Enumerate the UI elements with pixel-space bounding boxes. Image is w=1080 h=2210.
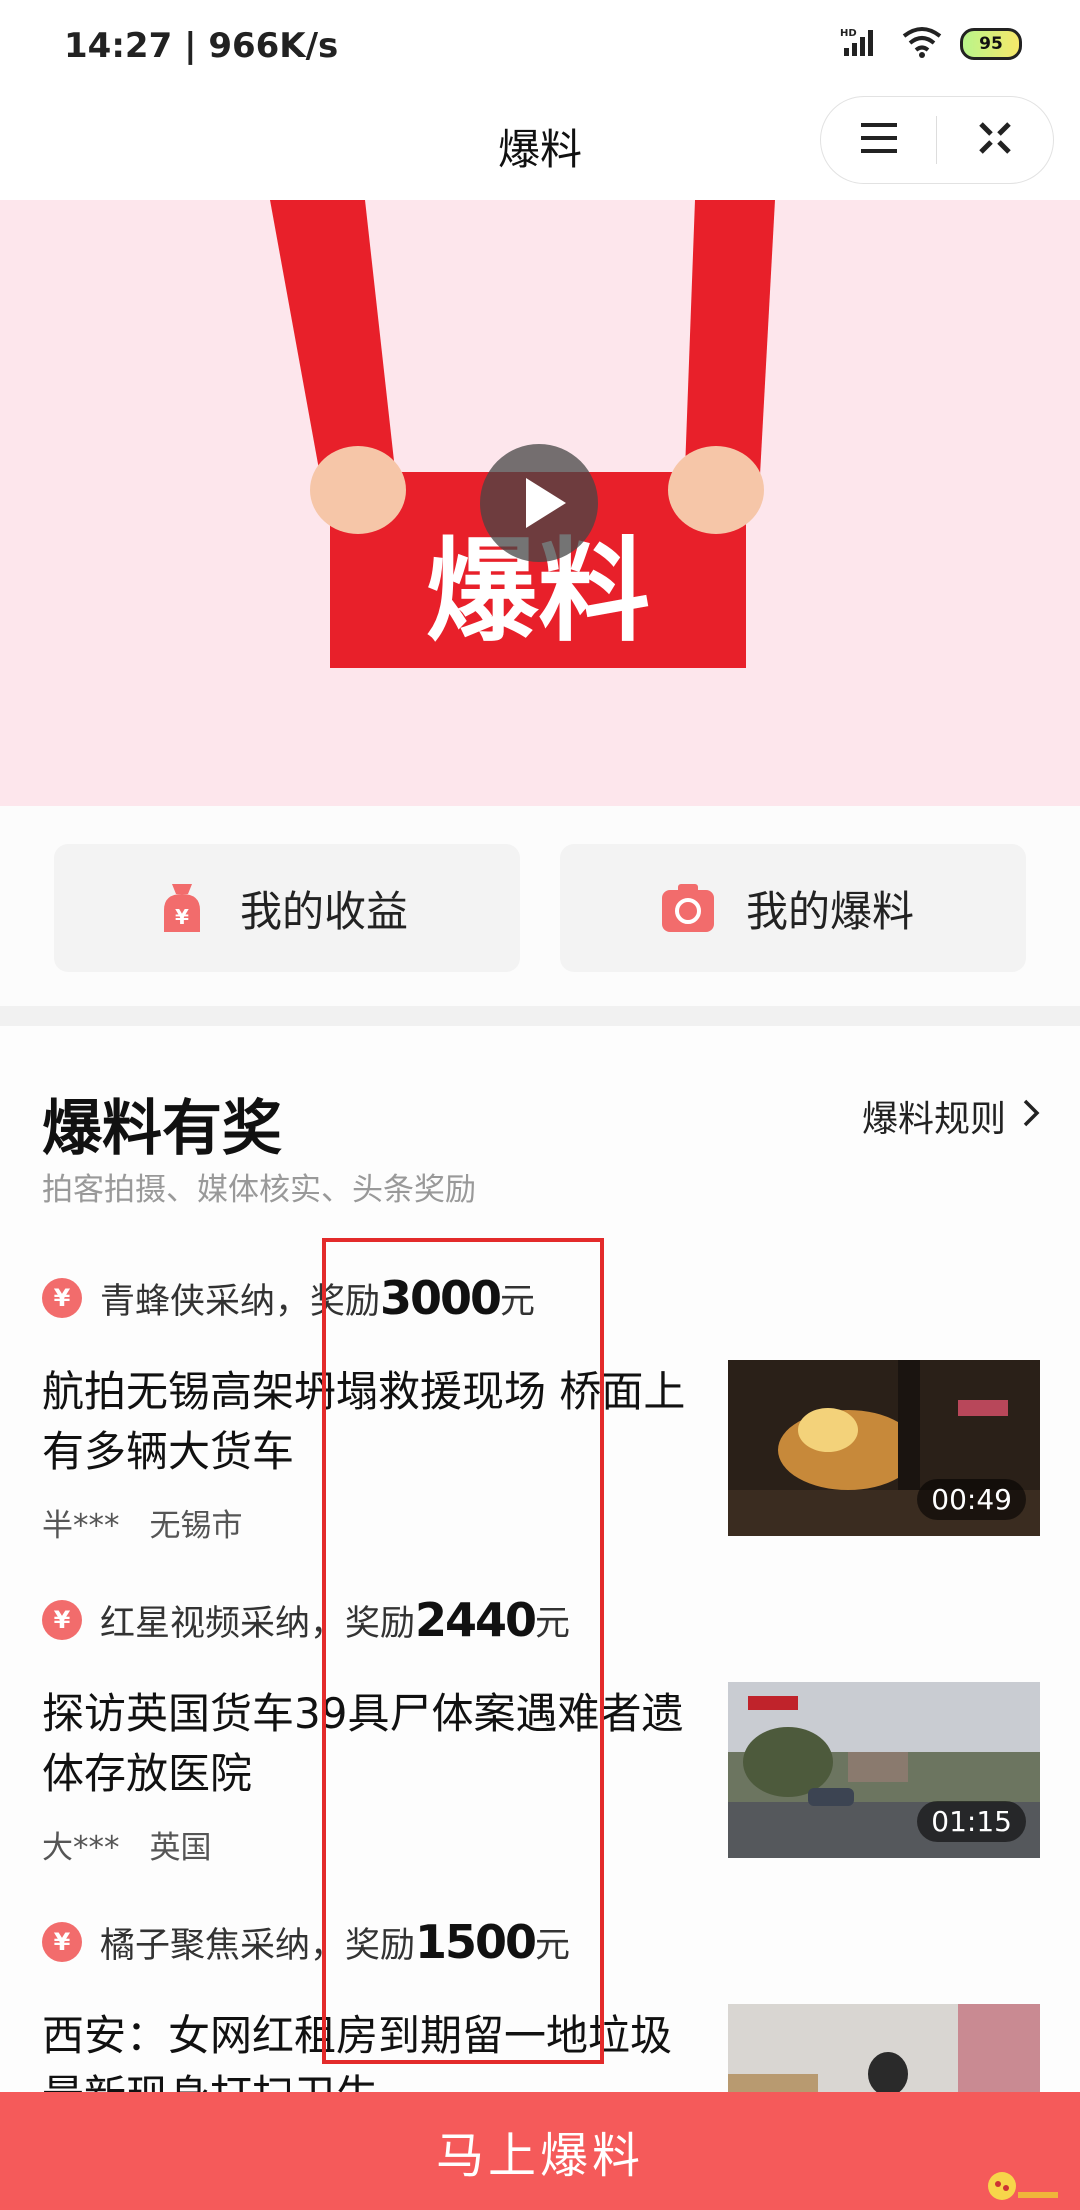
item-user: 半*** xyxy=(42,1508,120,1544)
item-user: 大*** xyxy=(42,1830,120,1866)
report-now-button[interactable]: 马上爆料 xyxy=(0,2092,1080,2210)
quick-actions: ¥ 我的收益 我的爆料 xyxy=(0,806,1080,1006)
item-location: 无锡市 xyxy=(149,1508,243,1544)
menu-button[interactable] xyxy=(821,97,936,183)
video-banner[interactable]: 爆料 xyxy=(0,200,1080,806)
camera-icon xyxy=(656,876,720,940)
play-button[interactable] xyxy=(480,444,598,562)
status-time: 14:27 | 966K/s xyxy=(64,26,339,66)
video-duration: 00:49 xyxy=(917,1479,1026,1520)
my-reports-button[interactable]: 我的爆料 xyxy=(560,844,1026,972)
yuan-icon: ¥ xyxy=(42,1600,82,1640)
wifi-icon xyxy=(902,26,942,62)
yuan-icon: ¥ xyxy=(42,1278,82,1318)
section-divider xyxy=(0,1006,1080,1026)
status-bar: 14:27 | 966K/s HD 95 xyxy=(0,0,1080,96)
item-meta: 半*** 无锡市 xyxy=(42,1500,243,1545)
highlight-annotation xyxy=(322,1238,604,2064)
thumbnail-image xyxy=(728,2004,1040,2094)
rules-link[interactable]: 爆料规则 xyxy=(862,1090,1040,1142)
report-now-label: 马上爆料 xyxy=(435,2128,644,2184)
signal-icon: HD xyxy=(840,26,884,62)
mini-program-capsule xyxy=(820,96,1054,184)
video-thumbnail[interactable]: 01:15 xyxy=(728,1682,1040,1858)
money-bag-icon: ¥ xyxy=(150,876,214,940)
chevron-right-icon xyxy=(1022,1096,1040,1137)
hd-label: HD xyxy=(840,28,857,39)
my-reports-label: 我的爆料 xyxy=(746,886,915,936)
yuan-icon: ¥ xyxy=(42,1922,82,1962)
close-button[interactable] xyxy=(937,97,1052,183)
battery-indicator: 95 xyxy=(960,28,1022,60)
item-location: 英国 xyxy=(149,1830,212,1866)
section-title: 爆料有奖 xyxy=(42,1094,282,1164)
item-meta: 大*** 英国 xyxy=(42,1822,212,1867)
my-earnings-label: 我的收益 xyxy=(240,886,409,936)
video-thumbnail[interactable] xyxy=(728,2004,1040,2094)
close-icon xyxy=(975,118,1015,162)
menu-icon xyxy=(859,121,899,159)
rules-link-label: 爆料规则 xyxy=(861,1099,1006,1140)
play-icon xyxy=(480,478,598,566)
video-duration: 01:15 xyxy=(917,1801,1026,1842)
status-icons: HD 95 xyxy=(840,26,1022,62)
my-earnings-button[interactable]: ¥ 我的收益 xyxy=(54,844,520,972)
svg-text:¥: ¥ xyxy=(175,905,189,929)
title-bar: 爆料 xyxy=(0,96,1080,200)
watermark-logo xyxy=(982,2164,1062,2204)
section-subtitle: 拍客拍摄、媒体核实、头条奖励 xyxy=(42,1172,476,1208)
video-thumbnail[interactable]: 00:49 xyxy=(728,1360,1040,1536)
